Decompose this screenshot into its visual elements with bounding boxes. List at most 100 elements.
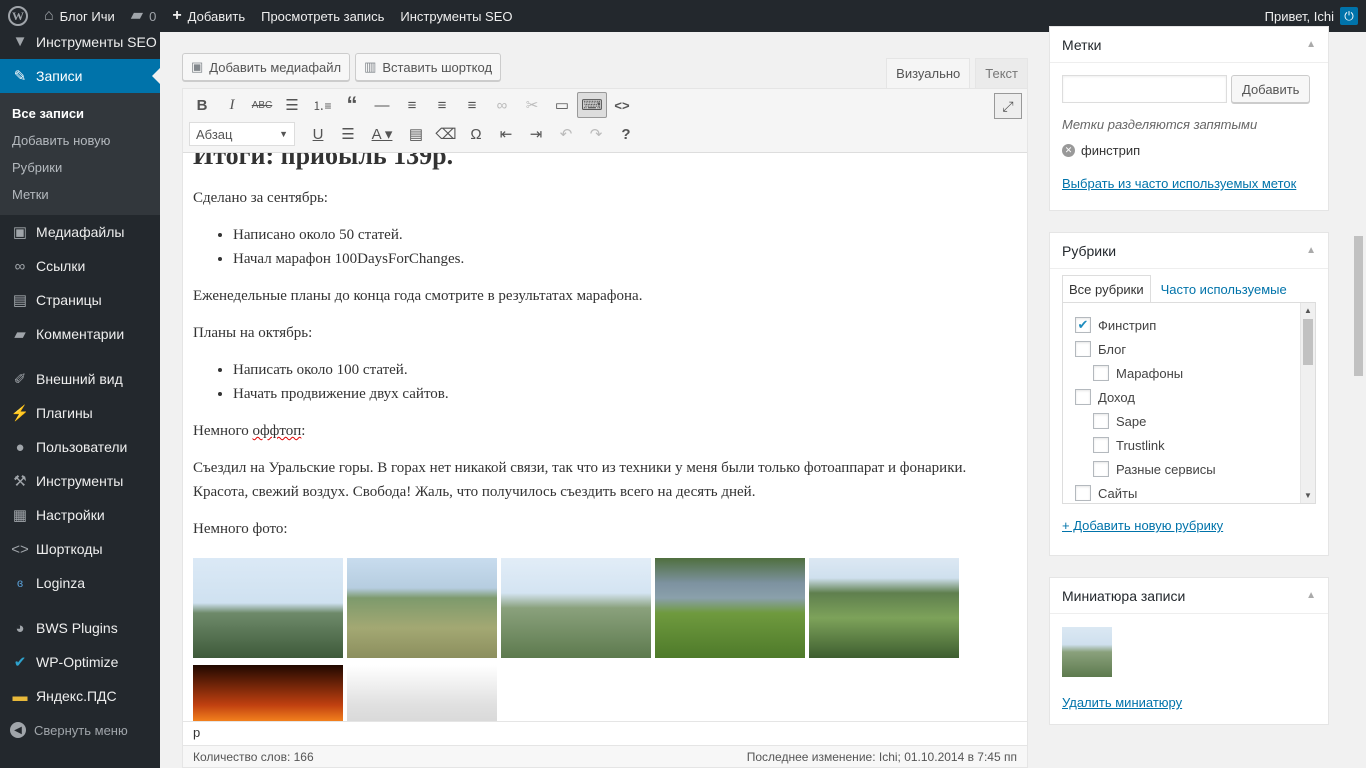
checkbox[interactable] — [1093, 413, 1109, 429]
indent-icon[interactable]: ⇥ — [521, 121, 551, 147]
menu-media[interactable]: ▣ Медиафайлы — [0, 215, 160, 249]
menu-wp-optimize[interactable]: ✔ WP-Optimize — [0, 645, 160, 679]
featured-image-thumbnail[interactable] — [1062, 627, 1112, 677]
remove-tag-icon[interactable]: ✕ — [1062, 144, 1075, 157]
submenu-add-new[interactable]: Добавить новую — [0, 127, 160, 154]
numbered-list-icon[interactable]: ⒈≡ — [307, 92, 337, 118]
redo-icon[interactable]: ↷ — [581, 121, 611, 147]
scroll-down-icon[interactable]: ▼ — [1304, 491, 1312, 500]
category-item[interactable]: Trustlink — [1075, 433, 1315, 457]
view-post-link[interactable]: Просмотреть запись — [253, 0, 392, 32]
menu-bws-plugins[interactable]: ◕ BWS Plugins — [0, 611, 160, 645]
toolbar-toggle-icon[interactable]: ⌨ — [577, 92, 607, 118]
format-select[interactable]: Абзац ▼ — [189, 122, 295, 146]
justify-icon[interactable]: ☰ — [333, 121, 363, 147]
checkbox-checked[interactable]: ✔ — [1075, 317, 1091, 333]
align-center-icon[interactable]: ≡ — [427, 92, 457, 118]
code-icon[interactable]: <> — [607, 92, 637, 118]
outdent-icon[interactable]: ⇤ — [491, 121, 521, 147]
checkbox[interactable] — [1093, 437, 1109, 453]
bullet-list-icon[interactable]: ☰ — [277, 92, 307, 118]
choose-popular-tags-link[interactable]: Выбрать из часто используемых меток — [1062, 176, 1296, 191]
gallery-photo[interactable] — [193, 558, 343, 658]
italic-icon[interactable]: I — [217, 92, 247, 118]
unlink-icon[interactable]: ✂ — [517, 92, 547, 118]
tab-text[interactable]: Текст — [975, 58, 1028, 88]
blockquote-icon[interactable]: “ — [337, 92, 367, 118]
gallery-photo[interactable] — [347, 558, 497, 658]
menu-users[interactable]: ● Пользователи — [0, 430, 160, 464]
scrollbar-thumb[interactable] — [1354, 236, 1363, 376]
undo-icon[interactable]: ↶ — [551, 121, 581, 147]
category-item[interactable]: Блог — [1075, 337, 1315, 361]
insert-link-icon[interactable]: ∞ — [487, 92, 517, 118]
insert-shortcode-button[interactable]: ▥ Вставить шорткод — [355, 53, 502, 81]
collapse-up-icon[interactable]: ▲ — [1306, 39, 1316, 50]
menu-plugins[interactable]: ⚡ Плагины — [0, 396, 160, 430]
tags-box-header[interactable]: Метки ▲ — [1050, 27, 1328, 63]
menu-links[interactable]: ∞ Ссылки — [0, 249, 160, 283]
tab-popular-categories[interactable]: Часто используемые — [1155, 275, 1293, 303]
paste-text-icon[interactable]: ▤ — [401, 121, 431, 147]
checkbox[interactable] — [1075, 485, 1091, 501]
seo-tools-link[interactable]: Инструменты SEO — [392, 0, 520, 32]
menu-appearance[interactable]: ✐ Внешний вид — [0, 362, 160, 396]
horizontal-line-icon[interactable]: — — [367, 92, 397, 118]
tab-all-categories[interactable]: Все рубрики — [1062, 275, 1151, 303]
scroll-up-icon[interactable]: ▲ — [1304, 306, 1312, 315]
text-color-icon[interactable]: A ▾ — [363, 121, 401, 147]
special-character-icon[interactable]: Ω — [461, 121, 491, 147]
category-item[interactable]: Марафоны — [1075, 361, 1315, 385]
categories-box-header[interactable]: Рубрики ▲ — [1050, 233, 1328, 269]
category-item[interactable]: Sape — [1075, 409, 1315, 433]
window-scrollbar[interactable] — [1351, 32, 1366, 768]
collapse-up-icon[interactable]: ▲ — [1306, 245, 1316, 256]
read-more-icon[interactable]: ▭ — [547, 92, 577, 118]
featured-image-header[interactable]: Миниатюра записи ▲ — [1050, 578, 1328, 614]
add-media-button[interactable]: ▣ Добавить медиафайл — [182, 53, 351, 81]
add-new-link[interactable]: + Добавить — [164, 0, 253, 32]
help-icon[interactable]: ? — [611, 121, 641, 147]
checkbox[interactable] — [1093, 461, 1109, 477]
gallery-photo[interactable] — [501, 558, 651, 658]
menu-pages[interactable]: ▤ Страницы — [0, 283, 160, 317]
editor-content[interactable]: Итоги: прибыль 139р. Сделано за сентябрь… — [183, 153, 1027, 721]
menu-tools[interactable]: ⚒ Инструменты — [0, 464, 160, 498]
category-item[interactable]: Разные сервисы — [1075, 457, 1315, 481]
new-tag-input[interactable] — [1062, 75, 1227, 103]
checkbox[interactable] — [1075, 389, 1091, 405]
underline-icon[interactable]: U — [303, 121, 333, 147]
checklist-scrollbar[interactable]: ▲ ▼ — [1300, 303, 1315, 503]
gallery-photo[interactable] — [655, 558, 805, 658]
scrollbar-thumb[interactable] — [1303, 319, 1313, 365]
collapse-up-icon[interactable]: ▲ — [1306, 590, 1316, 601]
gallery-photo[interactable] — [809, 558, 959, 658]
submenu-categories[interactable]: Рубрики — [0, 154, 160, 181]
menu-comments[interactable]: ▰ Комментарии — [0, 317, 160, 351]
gallery-photo[interactable] — [347, 665, 497, 721]
clear-formatting-icon[interactable]: ⌫ — [431, 121, 461, 147]
element-path[interactable]: p — [183, 721, 1027, 745]
add-tag-button[interactable]: Добавить — [1231, 75, 1311, 103]
menu-shortcodes[interactable]: <> Шорткоды — [0, 532, 160, 566]
menu-loginza[interactable]: ɞ Loginza — [0, 566, 160, 600]
align-left-icon[interactable]: ≡ — [397, 92, 427, 118]
submenu-all-posts[interactable]: Все записи — [0, 100, 160, 127]
remove-featured-image-link[interactable]: Удалить миниатюру — [1062, 695, 1182, 710]
submenu-tags[interactable]: Метки — [0, 181, 160, 208]
category-item[interactable]: ✔ Финстрип — [1075, 313, 1315, 337]
bold-icon[interactable]: B — [187, 92, 217, 118]
collapse-menu-button[interactable]: ◀ Свернуть меню — [0, 713, 160, 747]
strikethrough-icon[interactable]: ABC — [247, 92, 277, 118]
menu-yandex-pds[interactable]: ▬ Яндекс.ПДС — [0, 679, 160, 713]
checkbox[interactable] — [1075, 341, 1091, 357]
menu-settings[interactable]: ▦ Настройки — [0, 498, 160, 532]
checkbox[interactable] — [1093, 365, 1109, 381]
align-right-icon[interactable]: ≡ — [457, 92, 487, 118]
menu-posts[interactable]: ✎ Записи — [0, 59, 160, 93]
category-item[interactable]: Доход — [1075, 385, 1315, 409]
gallery-photo[interactable] — [193, 665, 343, 721]
add-category-link[interactable]: + Добавить новую рубрику — [1062, 518, 1223, 533]
category-item[interactable]: Сайты — [1075, 481, 1315, 503]
tab-visual[interactable]: Визуально — [886, 58, 971, 88]
